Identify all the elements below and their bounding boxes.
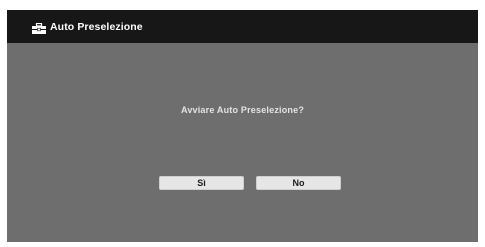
title-bar: Auto Preselezione <box>7 10 478 43</box>
yes-button[interactable]: Sì <box>159 176 244 190</box>
confirmation-question: Avviare Auto Preselezione? <box>180 105 305 115</box>
no-button[interactable]: No <box>256 176 341 190</box>
dialog-screen: Auto Preselezione Avviare Auto Preselezi… <box>7 10 478 242</box>
toolbox-icon <box>32 21 46 34</box>
dialog-title: Auto Preselezione <box>50 20 143 33</box>
